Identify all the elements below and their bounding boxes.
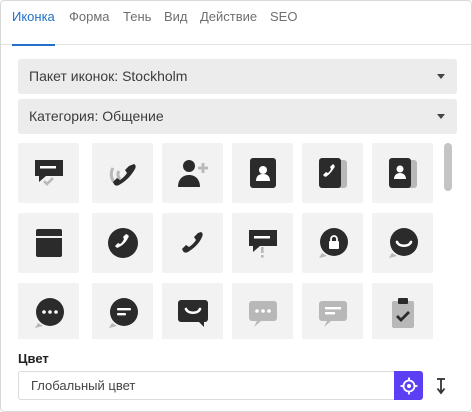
icon-tile[interactable]: [162, 283, 223, 339]
icon-tile[interactable]: [18, 143, 79, 203]
icon-pack-select-value: Пакет иконок: Stockholm: [29, 68, 188, 84]
icon-tile[interactable]: [232, 143, 293, 203]
caret-down-icon: [437, 74, 445, 79]
icon-tile[interactable]: [302, 283, 363, 339]
phone-waves-icon: [109, 164, 136, 186]
icon-tile[interactable]: [92, 143, 153, 203]
tab-icon[interactable]: Иконка: [12, 1, 55, 46]
color-picker-button[interactable]: [394, 371, 423, 400]
chat-lines-square-icon: [318, 301, 347, 327]
color-label: Цвет: [18, 351, 49, 366]
tab-seo[interactable]: SEO: [270, 1, 297, 45]
icon-tile[interactable]: [92, 213, 153, 273]
archive-icon: [35, 229, 62, 257]
caret-down-icon: [437, 114, 445, 119]
tab-shadow[interactable]: Тень: [123, 1, 151, 45]
icon-tile[interactable]: [18, 213, 79, 273]
phone-book-icon: [318, 158, 347, 188]
reset-arrow-button[interactable]: [429, 371, 453, 400]
phone-icon: [181, 232, 203, 253]
arrow-down-bar-icon: [436, 377, 446, 394]
crosshair-icon: [400, 377, 417, 394]
clipboard-check-icon: [391, 298, 414, 328]
icon-tile[interactable]: [162, 143, 223, 203]
category-select-value: Категория: Общение: [29, 108, 164, 124]
icon-tile[interactable]: [18, 283, 79, 339]
chat-check-icon: [34, 160, 63, 186]
contact-card-icon: [249, 158, 276, 188]
chat-dots-circle-icon: [34, 298, 64, 328]
icon-tile[interactable]: [232, 283, 293, 339]
icon-tile[interactable]: [372, 213, 433, 273]
add-user-icon: [177, 160, 208, 187]
icon-tile[interactable]: [372, 143, 433, 203]
icon-tile[interactable]: [162, 213, 223, 273]
icon-grid: [18, 141, 457, 339]
tab-action[interactable]: Действие: [200, 1, 257, 45]
category-select[interactable]: Категория: Общение: [18, 99, 457, 134]
icon-tile[interactable]: [232, 213, 293, 273]
chat-alert-icon: [248, 230, 277, 258]
icon-tile[interactable]: [302, 213, 363, 273]
phone-circle-icon: [107, 228, 138, 258]
color-value-field[interactable]: Глобальный цвет: [18, 371, 394, 400]
icon-tile[interactable]: [372, 283, 433, 339]
chat-lock-icon: [318, 228, 348, 258]
icon-tile[interactable]: [302, 143, 363, 203]
icon-settings-panel: Иконка Форма Тень Вид Действие SEO Пакет…: [0, 0, 472, 412]
icon-tile[interactable]: [92, 283, 153, 339]
tab-view[interactable]: Вид: [164, 1, 188, 45]
tab-bar: Иконка Форма Тень Вид Действие SEO: [1, 1, 471, 46]
icon-grid-scrollbar[interactable]: [444, 143, 452, 191]
tab-shape[interactable]: Форма: [69, 1, 110, 45]
contact-book-icon: [388, 158, 417, 188]
chat-smile-square-icon: [177, 300, 208, 327]
chat-dots-square-icon: [248, 301, 277, 327]
icon-pack-select[interactable]: Пакет иконок: Stockholm: [18, 59, 457, 94]
chat-smile-icon: [388, 228, 418, 258]
chat-lines-circle-icon: [108, 298, 138, 328]
